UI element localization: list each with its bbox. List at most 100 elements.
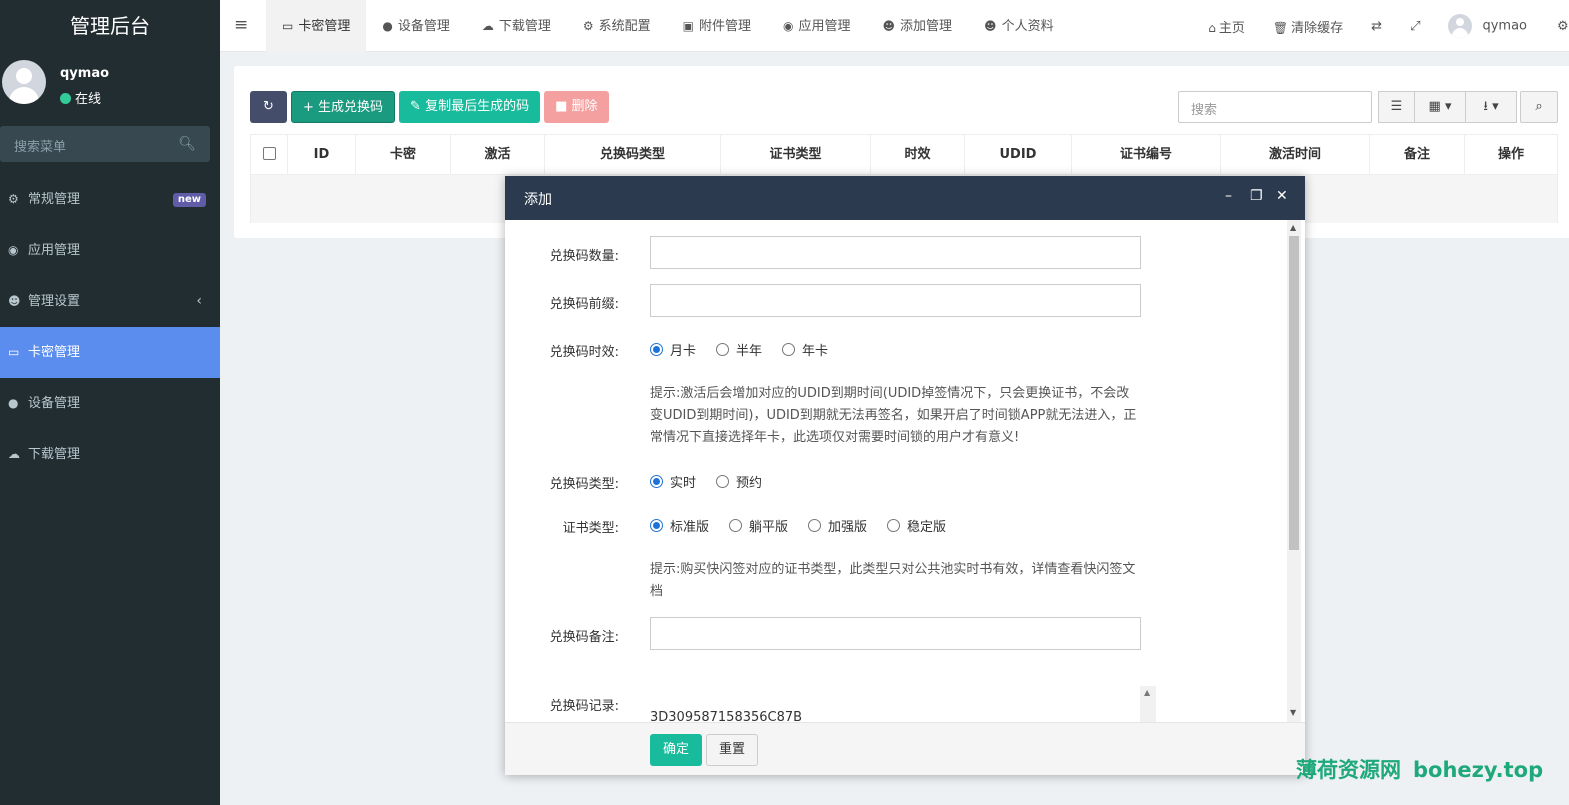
reset-button[interactable]: 重置 [706, 734, 759, 766]
quantity-input[interactable] [650, 236, 1141, 269]
close-icon[interactable]: ✕ [1276, 188, 1288, 204]
dialog-title: 添加 [524, 192, 552, 208]
columns-button[interactable]: ▦ ▾ [1415, 91, 1466, 123]
column-header[interactable]: 操作 [1465, 135, 1557, 174]
record-textarea[interactable]: 3D309587158356C87B ▲ [650, 686, 1156, 722]
tab-card-keys[interactable]: ▭ 卡密管理 [266, 0, 367, 52]
refresh-button[interactable]: ↻ [250, 91, 287, 123]
clear-cache-label: 清除缓存 [1291, 20, 1344, 36]
advanced-search-button[interactable]: ⌕ [1520, 91, 1558, 123]
column-header[interactable]: 证书编号 [1072, 135, 1221, 174]
sidebar-item-card-keys[interactable]: ▭ 卡密管理 [0, 327, 220, 378]
scroll-up-icon[interactable]: ▲ [1144, 688, 1150, 697]
toggle-view-button[interactable]: ☰ [1378, 91, 1415, 123]
tab-devices[interactable]: ● 设备管理 [366, 0, 466, 52]
type-label: 兑换码类型: [549, 477, 619, 492]
prefix-input[interactable] [650, 284, 1141, 317]
tab-profile[interactable]: ☻ 个人资料 [968, 0, 1070, 52]
tab-system-config[interactable]: ⚙ 系统配置 [567, 0, 667, 52]
maximize-icon[interactable]: ❐ [1250, 188, 1263, 204]
validity-label: 兑换码时效: [549, 345, 619, 360]
settings-icon[interactable]: ⚙ [1557, 19, 1569, 34]
credit-card-icon: ▭ [8, 345, 20, 359]
tab-label: 下载管理 [498, 19, 551, 34]
radio[interactable] [887, 519, 901, 532]
generate-code-button[interactable]: + 生成兑换码 [291, 91, 396, 123]
sidebar-item-label: 下载管理 [28, 447, 81, 462]
user-menu[interactable]: qymao [1434, 14, 1557, 38]
radio[interactable] [729, 519, 743, 532]
apple-icon: ● [382, 19, 393, 33]
cert-option-label: 躺平版 [749, 520, 789, 535]
minimize-icon[interactable]: – [1225, 188, 1232, 204]
validity-option[interactable]: 年卡 [782, 340, 828, 359]
radio[interactable] [716, 343, 730, 356]
radio-checked[interactable] [650, 519, 663, 532]
column-header[interactable]: UDID [965, 135, 1072, 174]
type-option[interactable]: 预约 [716, 472, 762, 491]
scroll-down-icon[interactable]: ▼ [1290, 708, 1296, 717]
remark-input[interactable] [650, 617, 1141, 650]
column-header[interactable]: 证书类型 [721, 135, 871, 174]
column-header[interactable]: 卡密 [356, 135, 451, 174]
column-header[interactable]: 激活 [451, 135, 545, 174]
radio-checked[interactable] [650, 343, 663, 356]
record-scrollbar[interactable]: ▲ [1140, 686, 1156, 722]
sidebar-search[interactable]: 搜索菜单 🔍︎ [0, 126, 210, 162]
scroll-up-icon[interactable]: ▲ [1290, 223, 1296, 232]
sidebar-item-apps[interactable]: ◉ 应用管理 [0, 225, 220, 276]
sidebar-menu: ⚙ 常规管理 new ◉ 应用管理 ☻ 管理设置 ‹ ▭ 卡密管理 ● 设备管理 ☁ 下载管… [0, 174, 220, 480]
sidebar-item-general[interactable]: ⚙ 常规管理 new [0, 174, 220, 225]
fullscreen-icon[interactable]: ⤢ [1396, 19, 1434, 34]
top-navbar: ≡ ▭ 卡密管理 ● 设备管理 ☁ 下载管理 ⚙ 系统配置 ▣ 附件管理 ◉ 应用管理 ☻ 添… [220, 0, 1569, 52]
confirm-button[interactable]: 确定 [650, 734, 703, 766]
apple-icon: ● [8, 396, 19, 410]
column-header[interactable]: 激活时间 [1221, 135, 1370, 174]
select-all-checkbox[interactable] [262, 147, 276, 160]
language-icon[interactable]: ⇄ [1357, 19, 1396, 34]
type-option[interactable]: 实时 [650, 472, 696, 491]
tab-apps[interactable]: ◉ 应用管理 [767, 0, 867, 52]
validity-option[interactable]: 半年 [716, 340, 762, 359]
delete-button[interactable]: ■ 删除 [544, 91, 609, 123]
sidebar-item-admin-settings[interactable]: ☻ 管理设置 ‹ [0, 276, 220, 327]
sidebar-search-input[interactable]: 搜索菜单 [14, 136, 66, 155]
home-link[interactable]: ⌂ 主页 [1194, 17, 1259, 36]
export-button[interactable]: ⭳ ▾ [1466, 91, 1517, 123]
scrollbar-thumb[interactable] [1289, 236, 1299, 550]
column-header[interactable]: 备注 [1370, 135, 1465, 174]
tab-label: 添加管理 [900, 19, 953, 34]
dialog-titlebar[interactable]: 添加 – ❐ ✕ [505, 176, 1305, 220]
radio[interactable] [716, 475, 730, 488]
cert-radio-group: 标准版 躺平版 加强版 稳定版 [650, 516, 966, 535]
radio[interactable] [808, 519, 822, 532]
sidebar-item-downloads[interactable]: ☁ 下载管理 [0, 429, 220, 480]
table-search-input[interactable]: 搜索 [1178, 91, 1372, 123]
dialog-scrollbar[interactable]: ▲ ▼ [1287, 220, 1301, 722]
cert-option[interactable]: 稳定版 [887, 516, 946, 535]
cert-option[interactable]: 标准版 [650, 516, 709, 535]
clear-cache-link[interactable]: 🗑︎ 清除缓存 [1259, 17, 1357, 36]
tab-add-admin[interactable]: ☻ 添加管理 [867, 0, 969, 52]
column-header[interactable]: 兑换码类型 [545, 135, 721, 174]
user-status-text: 在线 [75, 92, 102, 107]
menu-toggle-icon[interactable]: ≡ [234, 15, 248, 35]
column-header[interactable]: 时效 [871, 135, 965, 174]
tab-downloads[interactable]: ☁ 下载管理 [466, 0, 567, 52]
cert-option[interactable]: 躺平版 [729, 516, 788, 535]
cert-option[interactable]: 加强版 [808, 516, 867, 535]
gear-icon: ⚙ [582, 19, 594, 33]
column-header[interactable]: ID [288, 135, 356, 174]
trash-icon: 🗑︎ [1272, 20, 1289, 35]
app-title[interactable]: 管理后台 [0, 0, 220, 52]
sidebar-item-devices[interactable]: ● 设备管理 [0, 378, 220, 429]
tab-attachments[interactable]: ▣ 附件管理 [667, 0, 767, 52]
copy-last-code-button[interactable]: ✎ 复制最后生成的码 [399, 91, 541, 123]
dialog-body: 兑换码数量: 兑换码前缀: 兑换码时效: 月卡 半年 年卡 提示:激活后会增加对… [505, 220, 1305, 722]
search-icon[interactable]: 🔍︎ [178, 136, 196, 152]
select-all-checkbox-cell[interactable] [251, 135, 288, 174]
radio-checked[interactable] [650, 475, 663, 488]
radio[interactable] [782, 343, 796, 356]
validity-option[interactable]: 月卡 [650, 340, 696, 359]
remark-label: 兑换码备注: [549, 630, 619, 645]
